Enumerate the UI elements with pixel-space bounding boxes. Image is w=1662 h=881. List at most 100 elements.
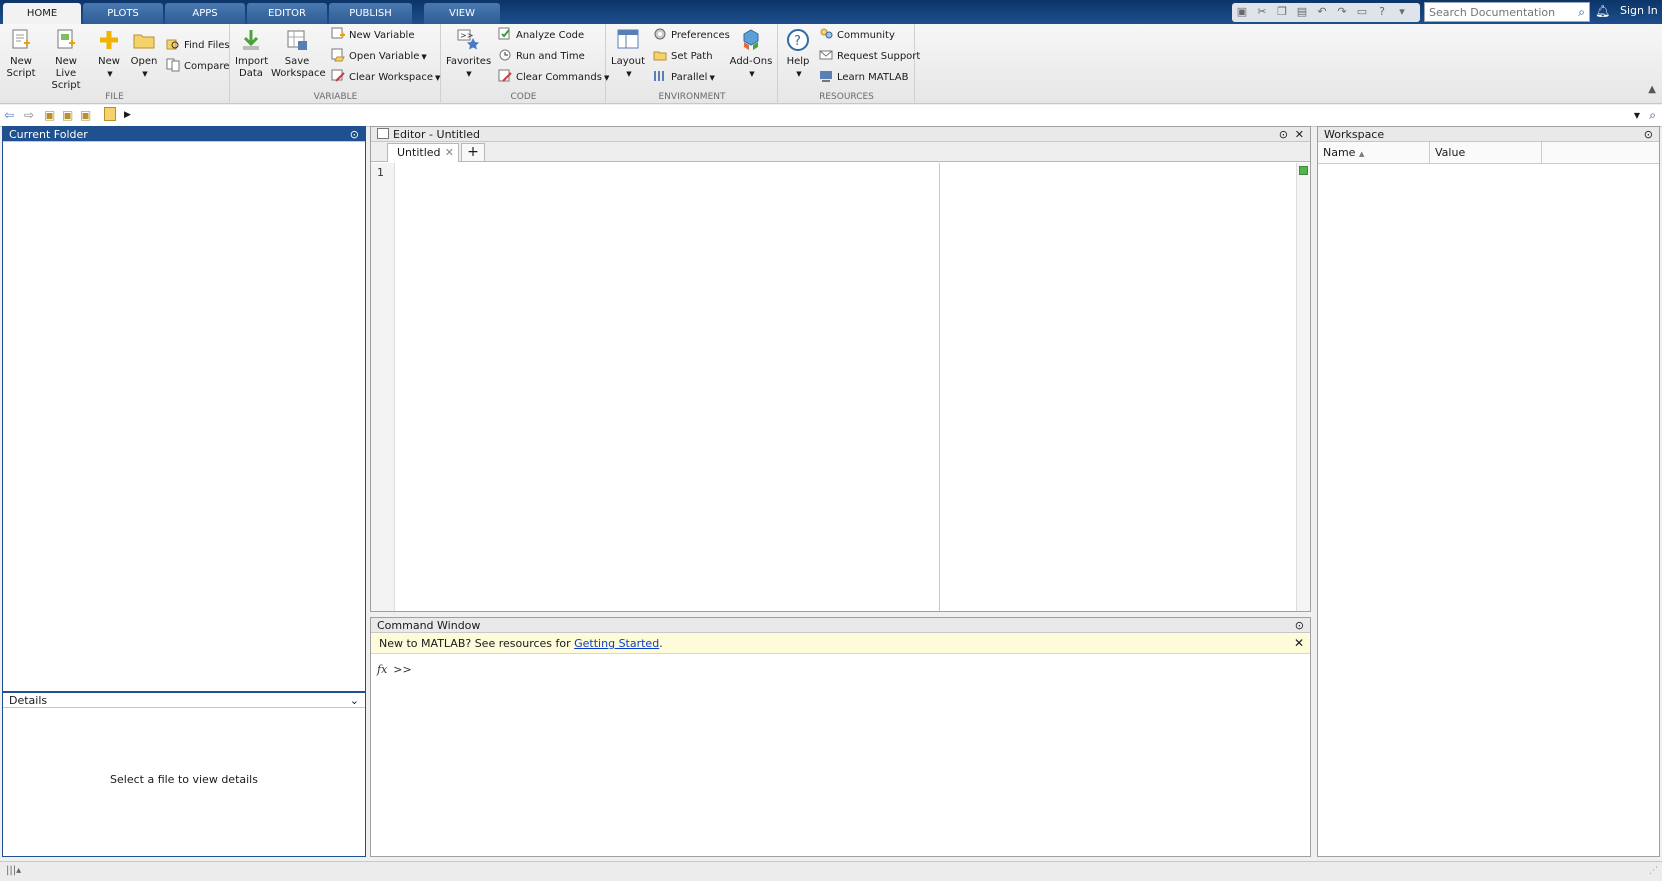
save-icon[interactable]: ▣ — [1235, 5, 1249, 19]
details-title-bar: Details ⌄ — [3, 693, 365, 708]
search-icon[interactable]: ⌕ — [1649, 108, 1656, 123]
tab-untitled[interactable]: Untitled ✕ — [387, 143, 459, 162]
close-icon[interactable]: ✕ — [1295, 127, 1304, 142]
column-header-value[interactable]: Value — [1430, 142, 1542, 164]
folder-icon — [104, 107, 116, 121]
new-live-script-button[interactable]: New Live Script — [40, 28, 92, 92]
chevron-down-icon: ▼ — [142, 70, 148, 78]
save-workspace-label-1: Save — [284, 56, 310, 67]
chevron-down-icon: ▼ — [466, 70, 472, 78]
chevron-right-icon[interactable]: ▶ — [124, 110, 131, 120]
new-variable-icon — [331, 27, 345, 39]
chevron-down-icon[interactable]: ⌄ — [350, 693, 359, 708]
file-group: New Script New Live Script New ▼ Open ▼ … — [0, 24, 230, 104]
up-folder-icon[interactable]: ▣ — [44, 108, 55, 122]
sign-in-link[interactable]: Sign In — [1620, 4, 1658, 17]
find-files-button[interactable]: Find Files — [166, 37, 230, 55]
column-header-name[interactable]: Name ▲ — [1318, 142, 1430, 164]
function-browser-icon[interactable]: fx — [377, 663, 387, 676]
resize-grip-icon[interactable]: ⋰ — [1649, 866, 1658, 876]
cut-icon[interactable]: ✂ — [1255, 5, 1269, 19]
run-and-time-icon — [499, 49, 511, 61]
current-folder-title: Current Folder — [9, 128, 88, 141]
forward-arrow-icon[interactable]: ⇨ — [24, 108, 34, 122]
tab-view[interactable]: VIEW — [424, 3, 500, 24]
set-path-icon — [653, 51, 667, 61]
status-bar: |||▴ ⋰ — [0, 861, 1662, 881]
search-icon[interactable]: ⌕ — [1578, 5, 1585, 20]
analyze-code-button[interactable]: Analyze Code — [498, 27, 584, 45]
panel-actions-icon[interactable]: ⊙ — [1279, 127, 1288, 142]
collapse-toolstrip-icon[interactable]: ▲ — [1648, 84, 1656, 95]
new-live-script-icon — [57, 29, 75, 49]
new-script-icon — [12, 29, 30, 49]
column-value-label: Value — [1435, 146, 1466, 159]
layout-button[interactable]: Layout ▼ — [611, 28, 645, 80]
editor-title: Editor - Untitled — [393, 128, 481, 141]
run-and-time-button[interactable]: Run and Time — [498, 48, 585, 66]
set-path-button[interactable]: Set Path — [653, 48, 713, 66]
undo-icon[interactable]: ↶ — [1315, 5, 1329, 19]
preferences-button[interactable]: Preferences — [653, 27, 730, 45]
help-label: Help — [786, 56, 810, 67]
file-group-label: FILE — [105, 92, 124, 102]
environment-group: Layout ▼ Preferences Set Path Parallel ▼ … — [607, 24, 778, 104]
tab-publish[interactable]: PUBLISH — [329, 3, 412, 24]
tab-plots[interactable]: PLOTS — [83, 3, 163, 24]
details-panel: Details ⌄ Select a file to view details — [2, 692, 366, 857]
tab-home[interactable]: HOME — [3, 3, 81, 24]
close-notice-icon[interactable]: ✕ — [1294, 633, 1304, 654]
paste-icon[interactable]: ▤ — [1295, 5, 1309, 19]
browse-folder-icon[interactable]: ▣ — [62, 108, 73, 122]
getting-started-link[interactable]: Getting Started — [574, 637, 659, 650]
new-variable-button[interactable]: New Variable — [331, 27, 414, 45]
parallel-button[interactable]: Parallel ▼ — [653, 69, 715, 87]
editor-title-bar: Editor - Untitled ⊙ ✕ — [371, 127, 1310, 142]
address-dropdown-icon[interactable]: ▼ — [1634, 111, 1640, 120]
learn-matlab-button[interactable]: Learn MATLAB — [819, 69, 908, 87]
request-support-label: Request Support — [837, 51, 921, 62]
code-analyzer-status-indicator[interactable] — [1299, 166, 1308, 175]
save-workspace-button[interactable]: Save Workspace — [271, 28, 326, 80]
back-arrow-icon[interactable]: ⇦ — [4, 108, 14, 122]
status-bar-menu-icon[interactable]: |||▴ — [6, 865, 21, 876]
open-variable-button[interactable]: Open Variable ▼ — [331, 48, 427, 66]
help-button[interactable]: ? Help ▼ — [783, 28, 813, 80]
clear-workspace-button[interactable]: Clear Workspace ▼ — [331, 69, 440, 87]
panel-actions-icon[interactable]: ⊙ — [1644, 127, 1653, 142]
open-button[interactable]: Open ▼ — [128, 28, 160, 80]
svg-text:?: ? — [794, 34, 801, 49]
import-data-icon — [243, 30, 259, 50]
redo-icon[interactable]: ↷ — [1335, 5, 1349, 19]
switch-windows-icon[interactable]: ▭ — [1355, 5, 1369, 19]
tab-apps[interactable]: APPS — [165, 3, 245, 24]
favorites-button[interactable]: >> Favorites ▼ — [446, 28, 491, 80]
community-button[interactable]: Community — [819, 27, 895, 45]
gear-icon — [654, 28, 666, 40]
customize-icon[interactable]: ▾ — [1395, 5, 1409, 19]
close-tab-icon[interactable]: ✕ — [445, 144, 454, 162]
compare-button[interactable]: Compare — [166, 58, 229, 76]
search-input[interactable] — [1425, 3, 1565, 21]
panel-actions-icon[interactable]: ⊙ — [350, 127, 359, 142]
new-script-button[interactable]: New Script — [4, 28, 38, 80]
copy-icon[interactable]: ❐ — [1275, 5, 1289, 19]
code-editor-area[interactable] — [396, 163, 1295, 611]
search-folder-icon[interactable]: ▣ — [80, 108, 91, 122]
chevron-down-icon: ▼ — [709, 74, 715, 82]
panel-actions-icon[interactable]: ⊙ — [1295, 618, 1304, 633]
command-prompt-line[interactable]: fx >> — [377, 663, 412, 676]
new-tab-button[interactable]: + — [461, 143, 485, 162]
add-ons-label: Add-Ons — [729, 56, 773, 67]
import-data-button[interactable]: Import Data — [235, 28, 268, 80]
workspace-table-header: Name ▲ Value — [1318, 142, 1659, 164]
add-ons-button[interactable]: Add-Ons ▼ — [729, 28, 773, 80]
help-icon[interactable]: ? — [1375, 5, 1389, 19]
new-button[interactable]: New ▼ — [94, 28, 124, 80]
request-support-button[interactable]: Request Support — [819, 48, 920, 66]
notice-text: New to MATLAB? See resources for — [379, 637, 575, 650]
clear-commands-button[interactable]: Clear Commands ▼ — [498, 69, 609, 87]
notification-bell-icon[interactable]: 🔔︎ — [1595, 4, 1610, 18]
variable-group: Import Data Save Workspace New Variable … — [231, 24, 441, 104]
tab-editor[interactable]: EDITOR — [247, 3, 327, 24]
